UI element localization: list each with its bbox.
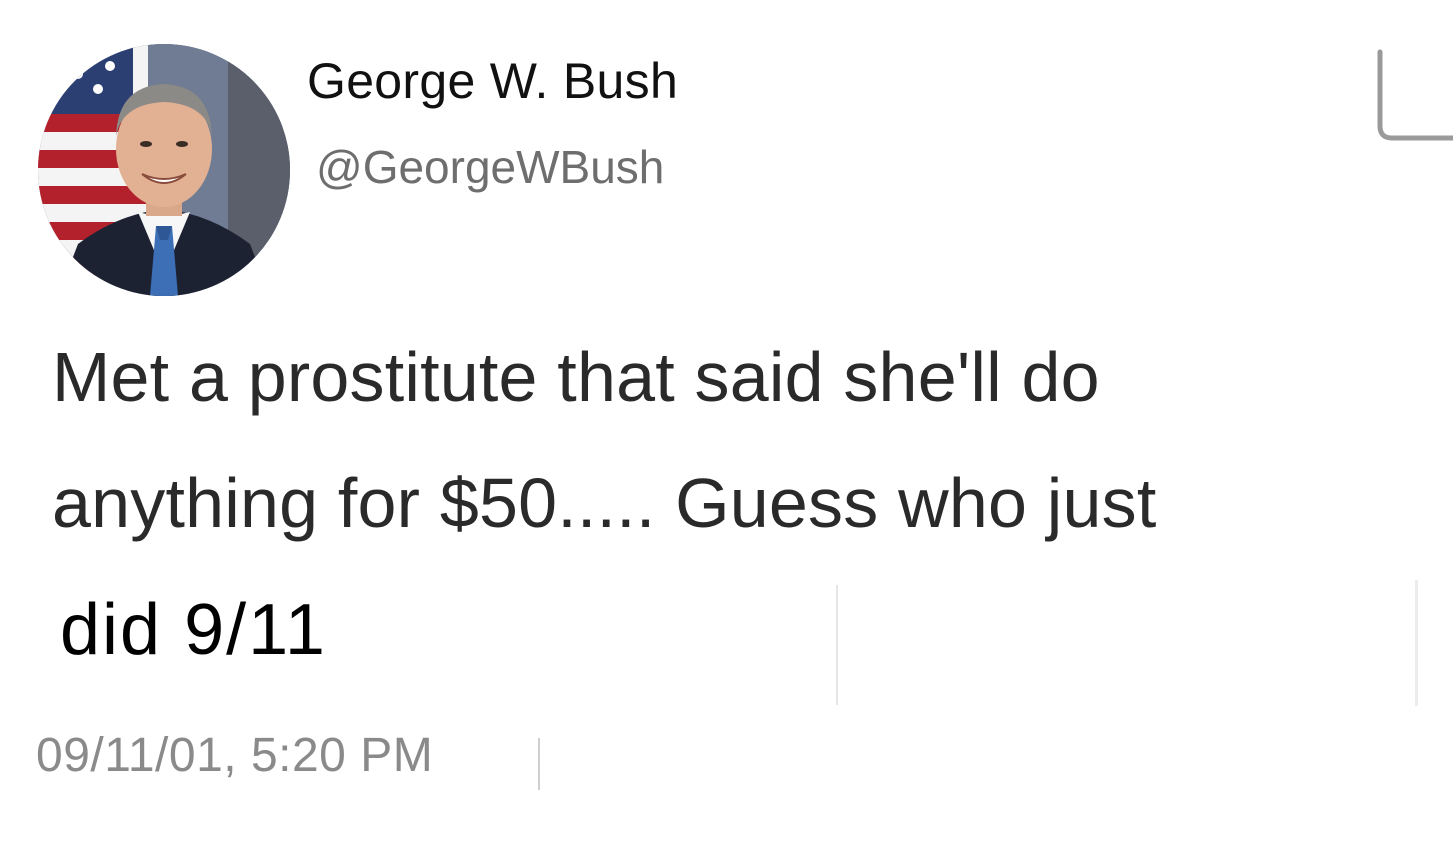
user-handle[interactable]: @GeorgeWBush	[316, 140, 664, 194]
tweet-text-line-1: Met a prostitute that said she'll do	[52, 338, 1100, 416]
edit-divider-left	[836, 585, 838, 705]
tweet-timestamp[interactable]: 09/11/01, 5:20 PM	[36, 728, 433, 783]
avatar-photo-icon	[38, 44, 290, 296]
partial-frame-icon	[1377, 49, 1453, 141]
tweet-card: George W. Bush @GeorgeWBush Met a prosti…	[0, 0, 1453, 847]
tweet-text-line-3: did 9/11	[60, 590, 327, 670]
text-cursor	[538, 738, 540, 790]
tweet-text-line-2: anything for $50..... Guess who just	[52, 464, 1157, 542]
edit-divider-right	[1415, 580, 1418, 706]
display-name[interactable]: George W. Bush	[307, 52, 678, 110]
profile-avatar[interactable]	[38, 44, 290, 296]
